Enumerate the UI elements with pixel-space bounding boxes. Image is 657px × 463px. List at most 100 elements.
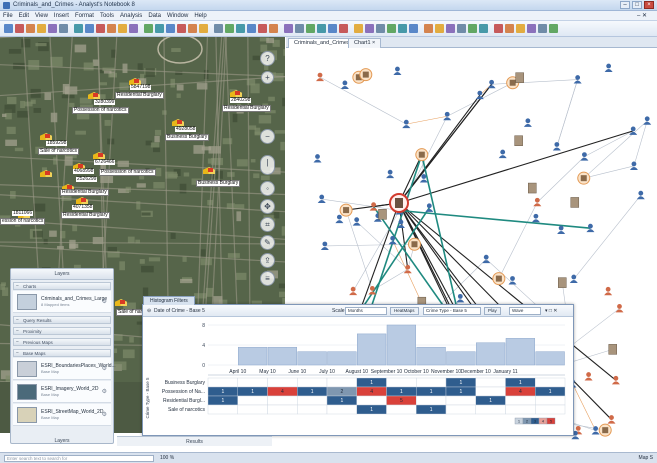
menu-edit[interactable]: Edit [19, 13, 29, 19]
toolbar-button[interactable] [26, 24, 35, 33]
layers-section-proximity[interactable]: Proximity [13, 327, 111, 335]
toolbar-button[interactable] [96, 24, 105, 33]
layers-tab[interactable]: Layers [10, 436, 114, 446]
layers-section-previous[interactable]: Previous Maps [13, 338, 111, 346]
toolbar-button[interactable] [527, 24, 536, 33]
layers-icon[interactable]: ≡ [260, 271, 275, 286]
zoom-level[interactable]: 100 % [160, 455, 174, 461]
layer-item[interactable]: ESRI_BoundariesPlaces_World... Base Map … [13, 358, 116, 380]
toolbar-button[interactable] [177, 24, 186, 33]
toolbar-button[interactable] [199, 24, 208, 33]
menu-window[interactable]: Window [167, 13, 188, 19]
toolbar-button[interactable] [457, 24, 466, 33]
toolbar-button[interactable] [4, 24, 13, 33]
toolbar-button[interactable] [398, 24, 407, 33]
toolbar-button[interactable] [129, 24, 138, 33]
menu-tools[interactable]: Tools [100, 13, 114, 19]
toolbar-button[interactable] [258, 24, 267, 33]
toolbar-button[interactable] [516, 24, 525, 33]
results-tab[interactable]: Results [117, 436, 272, 446]
toolbar-button[interactable] [339, 24, 348, 33]
crime-marker-icon[interactable] [172, 119, 184, 126]
toolbar-button[interactable] [549, 24, 558, 33]
toolbar-button[interactable] [306, 24, 315, 33]
toolbar-button[interactable] [446, 24, 455, 33]
toolbar-button[interactable] [166, 24, 175, 33]
layers-section-query[interactable]: Query Results [13, 316, 111, 324]
zoom-in-icon[interactable]: + [261, 71, 274, 84]
layer-item[interactable]: ESRI_Imagery_World_2D Base Map ⚙ [13, 381, 111, 403]
measure-icon[interactable]: ⌗ [260, 217, 275, 232]
layer-item[interactable]: Criminals_and_Crimes_Large 8 Mapped item… [13, 291, 111, 313]
gear-icon[interactable]: ⚙ [102, 388, 107, 395]
toolbar-button[interactable] [295, 24, 304, 33]
toolbar-button[interactable] [85, 24, 94, 33]
play-mode-dropdown[interactable]: Wave [509, 307, 541, 315]
toolbar-button[interactable] [214, 24, 223, 33]
crime-marker-icon[interactable] [40, 133, 52, 140]
crime-marker-icon[interactable] [203, 167, 215, 174]
toolbar-button[interactable] [144, 24, 153, 33]
toolbar-button[interactable] [424, 24, 433, 33]
minimize-button[interactable]: – [620, 1, 630, 9]
help-icon[interactable]: ? [260, 51, 275, 66]
draw-icon[interactable]: ✎ [260, 235, 275, 250]
toolbar-button[interactable] [37, 24, 46, 33]
menu-format[interactable]: Format [75, 13, 94, 19]
toolbar-button[interactable] [247, 24, 256, 33]
toolbar-button[interactable] [409, 24, 418, 33]
toolbar-button[interactable] [269, 24, 278, 33]
toolbar-button[interactable] [479, 24, 488, 33]
crime-marker-icon[interactable] [230, 90, 242, 97]
toolbar-button[interactable] [107, 24, 116, 33]
play-button[interactable]: Play [484, 307, 501, 315]
toolbar-button[interactable] [48, 24, 57, 33]
toolbar-button[interactable] [494, 24, 503, 33]
toolbar-button[interactable] [435, 24, 444, 33]
scale-dropdown[interactable]: Months [345, 307, 387, 315]
toolbar-button[interactable] [505, 24, 514, 33]
maximize-button[interactable]: □ [632, 1, 642, 9]
select-icon[interactable]: ◦ [260, 181, 275, 196]
crime-marker-icon[interactable] [40, 170, 52, 177]
toolbar-button[interactable] [225, 24, 234, 33]
toolbar-button[interactable] [118, 24, 127, 33]
crime-marker-icon[interactable] [76, 197, 88, 204]
share-icon[interactable]: ⇪ [260, 253, 275, 268]
menu-file[interactable]: File [3, 13, 13, 19]
crime-marker-icon[interactable] [93, 152, 105, 159]
zoom-slider[interactable]: | [260, 155, 275, 175]
menu-data[interactable]: Data [148, 13, 161, 19]
search-input[interactable]: Enter search text to search for [4, 455, 154, 462]
close-button[interactable]: × [644, 1, 654, 9]
crime-marker-icon[interactable] [88, 92, 100, 99]
toolbar-button[interactable] [284, 24, 293, 33]
gear-icon[interactable]: ⚙ [102, 298, 107, 305]
toolbar-button[interactable] [59, 24, 68, 33]
menu-view[interactable]: View [35, 13, 48, 19]
toolbar-button[interactable] [354, 24, 363, 33]
toolbar-button[interactable] [468, 24, 477, 33]
menu-analysis[interactable]: Analysis [120, 13, 142, 19]
layer-item[interactable]: ESRI_StreetMap_World_2D Base Map ⚙ [13, 404, 111, 426]
toolbar-button[interactable] [328, 24, 337, 33]
mdi-controls[interactable]: – ✕ [637, 12, 647, 19]
tab-chart1[interactable]: Chart1 × [348, 38, 382, 48]
toolbar-button[interactable] [74, 24, 83, 33]
heatmaps-dropdown[interactable]: Crime Type - Base 5 [423, 307, 481, 315]
menu-help[interactable]: Help [194, 13, 206, 19]
toolbar-button[interactable] [188, 24, 197, 33]
pan-icon[interactable]: ✥ [260, 199, 275, 214]
heatmaps-button[interactable]: HeatMaps [390, 307, 419, 315]
toolbar-button[interactable] [15, 24, 24, 33]
toolbar-button[interactable] [236, 24, 245, 33]
window-buttons[interactable]: ▾ □ ✕ [545, 308, 558, 314]
toolbar-button[interactable] [387, 24, 396, 33]
layers-section-basemaps[interactable]: Base Maps [13, 349, 111, 357]
toolbar-button[interactable] [538, 24, 547, 33]
gear-icon[interactable]: ⚙ [102, 411, 107, 418]
toolbar-button[interactable] [317, 24, 326, 33]
gear-icon[interactable]: ⚙ [102, 365, 107, 372]
toolbar-button[interactable] [155, 24, 164, 33]
layers-section-charts[interactable]: Charts [13, 282, 111, 290]
